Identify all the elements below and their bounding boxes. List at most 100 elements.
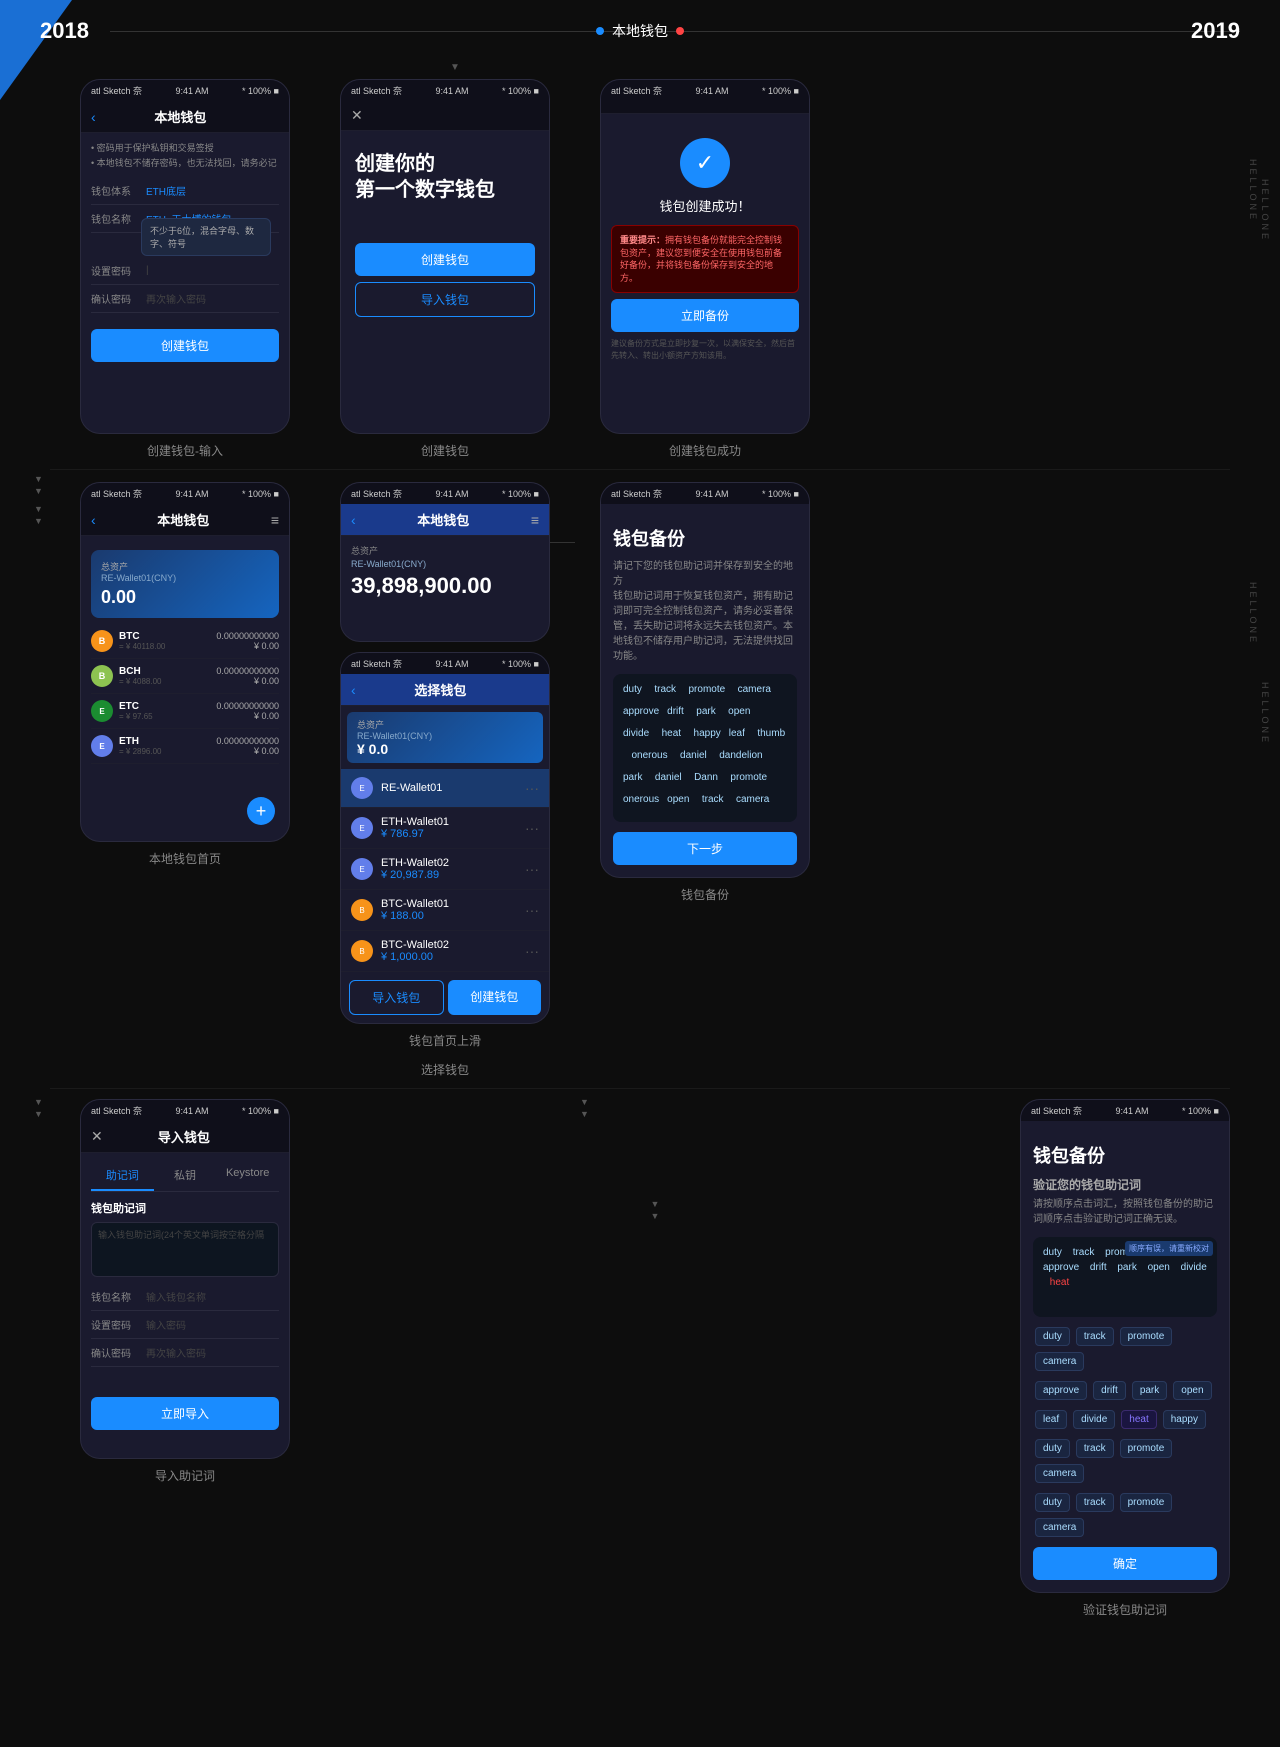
tag-promote-5[interactable]: promote: [1120, 1493, 1173, 1512]
wallet-more-eth01[interactable]: ···: [525, 820, 539, 836]
wallet-item-btc02[interactable]: B BTC-Wallet02 ¥ 1,000.00 ···: [341, 931, 549, 972]
label-wallet-scroll: 钱包首页上滑: [409, 1032, 481, 1049]
tag-leaf-3[interactable]: leaf: [1035, 1410, 1067, 1429]
word-tags-row3: leaf divide heat happy: [1033, 1408, 1217, 1431]
field-label-name: 钱包名称: [91, 211, 146, 226]
navbar-8: ✕ 导入钱包: [81, 1121, 289, 1153]
tag-camera-1[interactable]: camera: [1035, 1352, 1084, 1371]
tag-duty-1[interactable]: duty: [1035, 1327, 1070, 1346]
btn-create-wallet-1[interactable]: 创建钱包: [91, 329, 279, 362]
label-verify-mnemonic: 验证钱包助记词: [1083, 1601, 1167, 1618]
tab-privatekey[interactable]: 私钥: [154, 1161, 217, 1191]
tag-track-5[interactable]: track: [1076, 1493, 1114, 1512]
tag-track-4[interactable]: track: [1076, 1439, 1114, 1458]
field-cursor: |: [146, 265, 149, 276]
wallet-more-btc01[interactable]: ···: [525, 902, 539, 918]
tag-open-2[interactable]: open: [1173, 1381, 1211, 1400]
card-amount: 0.00: [101, 587, 269, 608]
wallet-amount-btc02: ¥ 1,000.00: [381, 951, 525, 963]
wallet-more-btc02[interactable]: ···: [525, 943, 539, 959]
coin-bch[interactable]: B BCH = ¥ 4088.00 0.00000000000 ¥ 0.00: [91, 659, 279, 694]
coin-etc[interactable]: E ETC = ¥ 97.65 0.00000000000 ¥ 0.00: [91, 694, 279, 729]
coin-eth[interactable]: E ETH = ¥ 2896.00 0.00000000000 ¥ 0.00: [91, 729, 279, 764]
import-field-confirm[interactable]: 确认密码 再次输入密码: [91, 1339, 279, 1367]
status-battery-1: * 100% ■: [242, 86, 279, 96]
nav-title-1: 本地钱包: [96, 107, 265, 126]
import-placeholder-name: 输入钱包名称: [146, 1289, 206, 1304]
navbar-6: ‹ 选择钱包: [341, 674, 549, 706]
tag-camera-4[interactable]: camera: [1035, 1464, 1084, 1483]
tag-divide-3[interactable]: divide: [1073, 1410, 1115, 1429]
btn-backup-now[interactable]: 立即备份: [611, 299, 799, 332]
screen-wallet-scroll: atl Sketch 奈 9:41 AM * 100% ■ ‹ 本地钱包 ≡ 总…: [340, 482, 550, 1078]
mnemonic-word-5: approve: [623, 706, 659, 724]
phone-import: atl Sketch 奈 9:41 AM * 100% ■ ✕ 导入钱包 助记词…: [80, 1099, 290, 1459]
wallet-more-re01[interactable]: ···: [525, 780, 539, 796]
import-field-name[interactable]: 钱包名称 输入钱包名称: [91, 1283, 279, 1311]
btn-import-wallet[interactable]: 导入钱包: [355, 282, 535, 317]
tab-keystore[interactable]: Keystore: [216, 1161, 279, 1191]
status-bar-2: atl Sketch 奈 9:41 AM * 100% ■: [341, 80, 549, 101]
field-password[interactable]: 设置密码 |: [91, 257, 279, 285]
nav-menu-5[interactable]: ≡: [531, 512, 539, 528]
wallet-name-eth02: ETH-Wallet02 ¥ 20,987.89: [381, 857, 525, 881]
phone-success: atl Sketch 奈 9:41 AM * 100% ■ ✓ 钱包创建成功！ …: [600, 79, 810, 434]
tag-happy-3[interactable]: happy: [1163, 1410, 1206, 1429]
wallet-card: 总资产 RE-Wallet01(CNY) 0.00: [91, 550, 279, 618]
coin-btc[interactable]: B BTC = ¥ 40118.00 0.00000000000 ¥ 0.00: [91, 624, 279, 659]
status-time-4: 9:41 AM: [176, 489, 209, 499]
row2-screens: HELLONE atl Sketch 奈 9:41 AM * 100% ■ ‹ …: [0, 482, 1280, 1078]
coin-price-btc: = ¥ 40118.00: [119, 642, 216, 651]
phone-verify: atl Sketch 奈 9:41 AM * 100% ■ 钱包备份 验证您的钱…: [1020, 1099, 1230, 1593]
wallet-item-btc01[interactable]: B BTC-Wallet01 ¥ 188.00 ···: [341, 890, 549, 931]
screen-verify-mnemonic: atl Sketch 奈 9:41 AM * 100% ■ 钱包备份 验证您的钱…: [1020, 1099, 1230, 1618]
wallet-item-re01[interactable]: E RE-Wallet01 ···: [341, 769, 549, 808]
import-field-password[interactable]: 设置密码 输入密码: [91, 1311, 279, 1339]
year-right: 2019: [1191, 18, 1240, 44]
backup-heading: 钱包备份: [613, 525, 797, 551]
wallet-item-eth01[interactable]: E ETH-Wallet01 ¥ 786.97 ···: [341, 808, 549, 849]
btn-import-select[interactable]: 导入钱包: [349, 980, 444, 1015]
status-bar-7: atl Sketch 奈 9:41 AM * 100% ■: [601, 483, 809, 504]
backup-content: 钱包备份 请记下您的钱包助记词并保存到安全的地方钱包助记词用于恢复钱包资产，拥有…: [613, 525, 797, 865]
mnemonic-word-1: duty: [623, 684, 642, 702]
coin-price-eth: = ¥ 2896.00: [119, 747, 216, 756]
wallet-more-eth02[interactable]: ···: [525, 861, 539, 877]
btn-create-wallet-2[interactable]: 创建钱包: [355, 243, 535, 276]
import-label-name: 钱包名称: [91, 1289, 146, 1304]
field-label-system: 钱包体系: [91, 183, 146, 198]
mnemonic-word-22: open: [667, 794, 689, 812]
btn-next-backup[interactable]: 下一步: [613, 832, 797, 865]
status-signal-1: atl Sketch 奈: [91, 84, 142, 97]
tag-camera-5[interactable]: camera: [1035, 1518, 1084, 1537]
tag-heat-3[interactable]: heat: [1121, 1410, 1156, 1429]
tab-mnemonic[interactable]: 助记词: [91, 1161, 154, 1191]
phone-select-wallet: atl Sketch 奈 9:41 AM * 100% ■ ‹ 选择钱包 总资产…: [340, 652, 550, 1024]
btn-import-now[interactable]: 立即导入: [91, 1397, 279, 1430]
tag-promote-4[interactable]: promote: [1120, 1439, 1173, 1458]
backup-desc: 请记下您的钱包助记词并保存到安全的地方钱包助记词用于恢复钱包资产，拥有助记词即可…: [613, 559, 797, 664]
tag-approve-2[interactable]: approve: [1035, 1381, 1087, 1400]
tag-track-1[interactable]: track: [1076, 1327, 1114, 1346]
btn-create-select[interactable]: 创建钱包: [448, 980, 541, 1015]
nav-close-2[interactable]: ✕: [351, 107, 363, 124]
tag-promote-1[interactable]: promote: [1120, 1327, 1173, 1346]
nav-close-8[interactable]: ✕: [91, 1128, 103, 1145]
mnemonic-textarea[interactable]: 输入钱包助记词(24个英文单词按空格分隔: [91, 1222, 279, 1277]
btn-confirm-verify[interactable]: 确定: [1033, 1547, 1217, 1580]
nav-menu-4[interactable]: ≡: [271, 512, 279, 528]
status-time-9: 9:41 AM: [1116, 1106, 1149, 1116]
fab-add[interactable]: +: [247, 797, 275, 825]
select-wallet-btns: 导入钱包 创建钱包: [341, 972, 549, 1023]
status-time-7: 9:41 AM: [696, 489, 729, 499]
wallet-item-eth02[interactable]: E ETH-Wallet02 ¥ 20,987.89 ···: [341, 849, 549, 890]
tag-duty-4[interactable]: duty: [1035, 1439, 1070, 1458]
mnemonic-word-6: drift: [667, 706, 684, 724]
select-amount: ¥ 0.0: [357, 741, 533, 757]
import-section-title: 钱包助记词: [91, 1200, 279, 1216]
field-confirm[interactable]: 确认密码 再次输入密码: [91, 285, 279, 313]
tag-park-2[interactable]: park: [1132, 1381, 1167, 1400]
navbar-1: ‹ 本地钱包: [81, 101, 289, 133]
tag-drift-2[interactable]: drift: [1093, 1381, 1126, 1400]
tag-duty-5[interactable]: duty: [1035, 1493, 1070, 1512]
